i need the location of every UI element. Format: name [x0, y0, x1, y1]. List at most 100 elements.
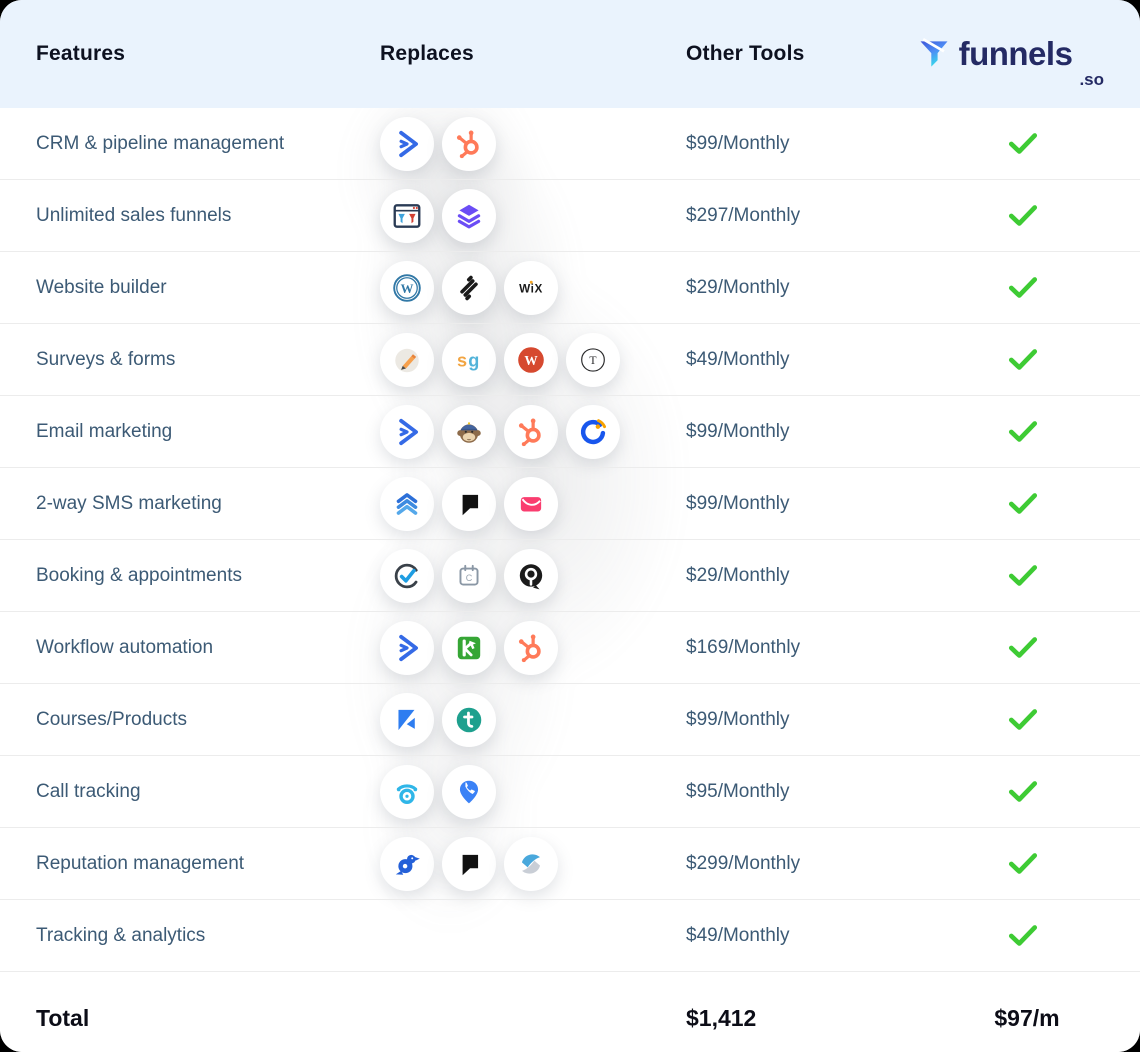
funnels-included-cell — [916, 924, 1130, 947]
teachable-icon — [442, 693, 496, 747]
wufoo-icon: W — [504, 333, 558, 387]
replaces-icons: W WiX — [380, 261, 686, 315]
podium-icon — [442, 837, 496, 891]
table-row: Call tracking $95/Monthly — [0, 755, 1140, 827]
replaces-icons — [380, 837, 686, 891]
brand-suffix: .so — [1079, 70, 1104, 90]
total-row: Total $1,412 $97/m — [0, 971, 1140, 1052]
squarespace-icon — [442, 261, 496, 315]
svg-text:s: s — [457, 350, 467, 370]
replaces-column-header: Replaces — [380, 42, 686, 66]
svg-text:W: W — [401, 281, 414, 295]
funnels-included-cell — [916, 132, 1130, 155]
other-tools-price: $99/Monthly — [686, 493, 926, 515]
checkmark-icon — [1008, 132, 1038, 155]
pink-envelope-icon — [504, 477, 558, 531]
funnels-included-cell — [916, 708, 1130, 731]
table-row: Email marketing $99/Monthly — [0, 395, 1140, 467]
funnels-total: $97/m — [920, 1005, 1134, 1032]
table-body: CRM & pipeline management $99/Monthly Un… — [0, 108, 1140, 971]
checkmark-icon — [1008, 204, 1038, 227]
leadpages-icon — [442, 189, 496, 243]
feature-label: Call tracking — [0, 781, 380, 803]
activecampaign-icon — [380, 117, 434, 171]
other-tools-price: $99/Monthly — [686, 709, 926, 731]
checkmark-icon — [1008, 852, 1038, 875]
other-tools-price: $49/Monthly — [686, 925, 926, 947]
replaces-icons: C — [380, 549, 686, 603]
comparison-table: Features Replaces Other Tools funnels .s… — [0, 0, 1140, 1052]
mailchimp-icon — [442, 405, 496, 459]
table-row: Courses/Products $99/Monthly — [0, 683, 1140, 755]
kajabi-icon — [380, 693, 434, 747]
other-tools-price: $29/Monthly — [686, 565, 926, 587]
feature-label: Email marketing — [0, 421, 380, 443]
feature-label: Unlimited sales funnels — [0, 205, 380, 227]
checkmark-icon — [1008, 564, 1038, 587]
table-row: 2-way SMS marketing $99/Monthly — [0, 467, 1140, 539]
replaces-icons — [380, 189, 686, 243]
feature-label: Website builder — [0, 277, 380, 299]
funnels-included-cell — [916, 204, 1130, 227]
replaces-icons — [380, 477, 686, 531]
table-row: Workflow automation $169/Monthly — [0, 611, 1140, 683]
table-row: Tracking & analytics $49/Monthly — [0, 899, 1140, 971]
checkmark-icon — [1008, 276, 1038, 299]
wordpress-icon: W — [380, 261, 434, 315]
other-tools-price: $95/Monthly — [686, 781, 926, 803]
feature-label: Booking & appointments — [0, 565, 380, 587]
feature-label: Surveys & forms — [0, 349, 380, 371]
table-row: CRM & pipeline management $99/Monthly — [0, 108, 1140, 179]
feature-label: Tracking & analytics — [0, 925, 380, 947]
hubspot-icon — [504, 405, 558, 459]
other-tools-price: $299/Monthly — [686, 853, 926, 875]
svg-text:W: W — [524, 352, 538, 367]
other-tools-price: $99/Monthly — [686, 421, 926, 443]
checkmark-icon — [1008, 492, 1038, 515]
checkmark-icon — [1008, 636, 1038, 659]
replaces-icons: sgWT — [380, 333, 686, 387]
other-tools-price: $49/Monthly — [686, 349, 926, 371]
svg-text:WiX: WiX — [519, 282, 543, 295]
table-row: Reputation management $299/Monthly — [0, 827, 1140, 899]
feature-label: 2-way SMS marketing — [0, 493, 380, 515]
constant-contact-icon — [566, 405, 620, 459]
podium-icon — [442, 477, 496, 531]
setmore-icon — [380, 549, 434, 603]
other-tools-price: $99/Monthly — [686, 133, 926, 155]
birdeye-icon — [380, 837, 434, 891]
svg-text:C: C — [466, 572, 473, 582]
callrail-icon — [380, 765, 434, 819]
funnels-included-cell — [916, 492, 1130, 515]
funnels-included-cell — [916, 348, 1130, 371]
other-tools-price: $169/Monthly — [686, 637, 926, 659]
calendar-icon: C — [442, 549, 496, 603]
funnel-logo-icon — [916, 36, 952, 72]
funnels-included-cell — [916, 636, 1130, 659]
replaces-icons — [380, 765, 686, 819]
funnels-included-cell — [916, 852, 1130, 875]
table-row: Website builder WWiX $29/Monthly — [0, 251, 1140, 323]
svg-text:g: g — [468, 350, 479, 370]
activecampaign-icon — [380, 621, 434, 675]
surveygizmo-icon: sg — [442, 333, 496, 387]
table-row: Unlimited sales funnels $297/Monthly — [0, 179, 1140, 251]
funnels-logo: funnels .so — [916, 0, 1104, 108]
feature-label: Courses/Products — [0, 709, 380, 731]
feature-label: Workflow automation — [0, 637, 380, 659]
checkmark-icon — [1008, 348, 1038, 371]
funnels-included-cell — [916, 276, 1130, 299]
wix-icon: WiX — [504, 261, 558, 315]
feature-label: Reputation management — [0, 853, 380, 875]
table-row: Booking & appointments C $29/Monthly — [0, 539, 1140, 611]
table-header: Features Replaces Other Tools funnels .s… — [0, 0, 1140, 108]
brand-name: funnels — [959, 35, 1073, 73]
other-tools-price: $297/Monthly — [686, 205, 926, 227]
replaces-icons — [380, 405, 686, 459]
other-tools-total: $1,412 — [686, 1005, 926, 1032]
salesmsg-icon — [380, 477, 434, 531]
checkmark-icon — [1008, 780, 1038, 803]
funnels-included-cell — [916, 780, 1130, 803]
jotform-icon — [380, 333, 434, 387]
checkmark-icon — [1008, 420, 1038, 443]
